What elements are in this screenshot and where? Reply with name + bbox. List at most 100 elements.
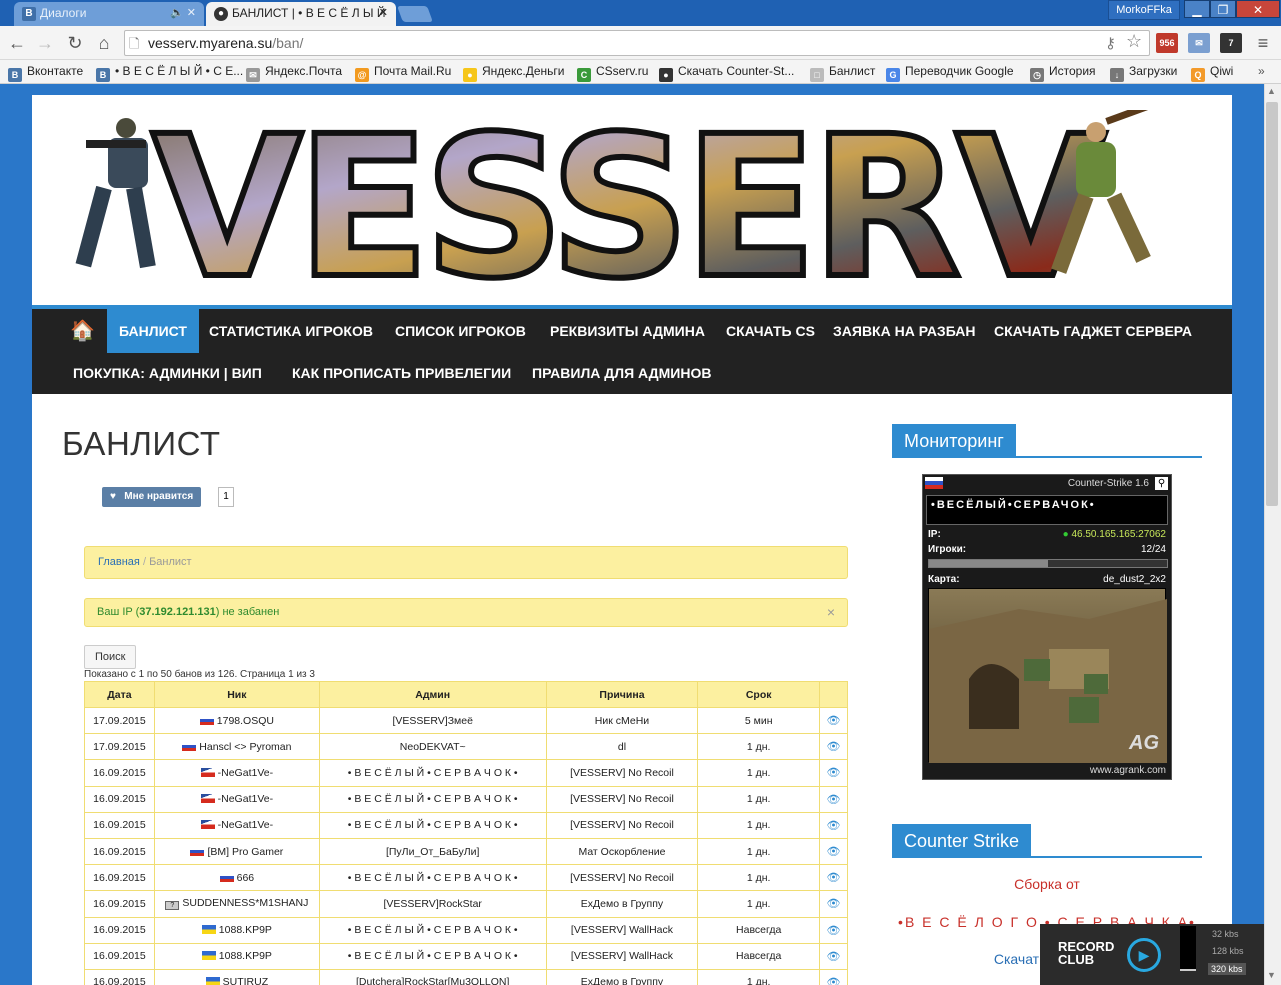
window-close-button[interactable]: ✕ — [1236, 0, 1280, 18]
eye-icon[interactable]: 👁 — [827, 925, 841, 937]
tab-dialogs[interactable]: В Диалоги 🔈 ✕ — [14, 2, 204, 26]
close-icon[interactable]: × — [827, 599, 835, 626]
table-row[interactable]: 16.09.2015 1088.KP9P • В Е С Ё Л Ы Й • С Е… — [84, 916, 848, 944]
col-admin[interactable]: Админ — [318, 681, 547, 708]
minimize-button[interactable]: ▁ — [1184, 0, 1210, 18]
bookmark-item[interactable]: Q Qiwi — [1191, 63, 1233, 82]
menu-item-unban-request[interactable]: ЗАЯВКА НА РАЗБАН — [833, 309, 975, 353]
speaker-close-icon[interactable]: 🔈 ✕ — [170, 2, 196, 24]
bookmark-item[interactable]: В Вконтакте — [8, 63, 83, 82]
eye-icon[interactable]: 👁 — [827, 898, 841, 910]
profile-button[interactable]: MorkoFFka — [1108, 0, 1180, 20]
bookmark-item[interactable]: В • В Е С Ё Л Ы Й • С Е... — [96, 63, 243, 82]
table-row[interactable]: 16.09.2015 1088.KP9P • В Е С Ё Л Ы Й • С Е… — [84, 942, 848, 970]
bookmark-item[interactable]: @ Почта Mail.Ru — [355, 63, 451, 82]
bookmark-item[interactable]: G Переводчик Google — [886, 63, 1014, 82]
col-date[interactable]: Дата — [84, 681, 155, 708]
tab-label: Диалоги — [40, 6, 87, 20]
cell-actions: 👁 — [819, 733, 848, 761]
eye-icon[interactable]: 👁 — [827, 715, 841, 727]
home-icon[interactable]: ⌂ — [93, 32, 115, 54]
menu-item-privileges-howto[interactable]: КАК ПРОПИСАТЬ ПРИВЕЛЕГИИ — [292, 351, 511, 395]
bookmark-item[interactable]: C CSserv.ru — [577, 63, 648, 82]
menu-item-player-list[interactable]: СПИСОК ИГРОКОВ — [395, 309, 526, 353]
bookmark-label: Банлист — [829, 64, 876, 78]
extension-icon[interactable]: 7 — [1220, 33, 1242, 53]
bookmark-item[interactable]: ● Яндекс.Деньги — [463, 63, 564, 82]
eye-icon[interactable]: 👁 — [827, 767, 841, 779]
url-text[interactable]: vesserv.myarena.su/ban/ — [148, 35, 303, 51]
key-icon[interactable]: ⚷ — [1105, 34, 1116, 52]
reload-icon[interactable]: ↻ — [64, 32, 86, 54]
table-row[interactable]: 16.09.2015? SUDDENNESS*M1SHANJ [VESSERV]Ro… — [84, 890, 848, 918]
bookmark-item[interactable]: ● Скачать Counter-St... — [659, 63, 794, 82]
play-button[interactable]: ▶ — [1127, 938, 1161, 972]
cell-date-text: 16.09.2015 — [93, 924, 146, 937]
eye-icon[interactable]: 👁 — [827, 872, 841, 884]
bitrate-option[interactable]: 32 kbs — [1212, 929, 1239, 939]
bitrate-option-selected[interactable]: 320 kbs — [1208, 963, 1246, 975]
bookmark-item[interactable]: □ Банлист — [810, 63, 875, 82]
site-logo[interactable]: VESSERV — [66, 110, 1186, 290]
counter-strike-underline — [892, 856, 1202, 858]
bookmark-item[interactable]: ◷ История — [1030, 63, 1096, 82]
monitor-footer[interactable]: www.agrank.com — [1090, 765, 1166, 776]
scroll-up-icon[interactable]: ▲ — [1267, 86, 1276, 96]
forward-icon[interactable]: → — [34, 32, 56, 54]
bookmark-item[interactable]: ↓ Загрузки — [1110, 63, 1177, 82]
eye-icon[interactable]: 👁 — [827, 846, 841, 858]
col-reason[interactable]: Причина — [545, 681, 699, 708]
star-icon[interactable]: ☆ — [1126, 31, 1142, 52]
scrollbar-thumb[interactable] — [1266, 102, 1278, 506]
table-row[interactable]: 16.09.2015 666 • В Е С Ё Л Ы Й • С Е Р В А… — [84, 864, 848, 892]
scroll-down-icon[interactable]: ▼ — [1267, 970, 1276, 980]
cell-term: 1 дн. — [697, 785, 821, 813]
cell-nick: -NeGat1Ve- — [153, 811, 320, 839]
col-term[interactable]: Срок — [697, 681, 821, 708]
map-preview-image: AG — [928, 588, 1167, 763]
table-row[interactable]: 16.09.2015 [BM] Pro Gamer [ПуЛи_От_БаБуЛи]… — [84, 837, 848, 866]
col-nick[interactable]: Ник — [153, 681, 320, 708]
maximize-button[interactable]: ❐ — [1210, 0, 1236, 18]
table-row[interactable]: 17.09.2015 Hanscl <> Pyroman NeoDEKVAT~ dl 1… — [84, 733, 848, 761]
cell-term-text: 5 мин — [744, 714, 773, 727]
search-button[interactable]: Поиск — [84, 645, 137, 669]
cell-reason: dl — [545, 733, 699, 761]
monitoring-title: Мониторинг — [892, 424, 1016, 458]
table-row[interactable]: 16.09.2015 -NeGat1Ve- • В Е С Ё Л Ы Й • С … — [84, 811, 848, 839]
cell-term-text: 1 дн. — [746, 793, 771, 806]
mail-icon[interactable]: ✉ — [1188, 33, 1210, 53]
eye-icon[interactable]: 👁 — [827, 794, 841, 806]
menu-item-player-stats[interactable]: СТАТИСТИКА ИГРОКОВ — [209, 309, 373, 353]
cell-term-text: 1 дн. — [746, 819, 771, 832]
close-icon[interactable]: ✕ — [379, 2, 388, 24]
table-row[interactable]: 16.09.2015 -NeGat1Ve- • В Е С Ё Л Ы Й • С … — [84, 785, 848, 813]
menu-item-admin-details[interactable]: РЕКВИЗИТЫ АДМИНА — [550, 309, 705, 353]
menu-item-download-cs[interactable]: СКАЧАТЬ CS — [726, 309, 815, 353]
menu-item-download-gadget[interactable]: СКАЧАТЬ ГАДЖЕТ СЕРВЕРА — [994, 309, 1192, 353]
like-count: 1 — [218, 487, 234, 507]
eye-icon[interactable]: 👁 — [827, 741, 841, 753]
eye-icon[interactable]: 👁 — [827, 977, 841, 985]
table-row[interactable]: 17.09.2015 1798.OSQU [VESSERV]Змеё Ник сМеН… — [84, 706, 848, 735]
server-ip[interactable]: ● 46.50.165.165:27062 — [1063, 529, 1166, 540]
eye-icon[interactable]: 👁 — [827, 820, 841, 832]
bookmark-item[interactable]: ✉ Яндекс.Почта — [246, 63, 342, 82]
new-tab-button[interactable] — [397, 6, 433, 22]
tab-banlist[interactable]: ● БАНЛИСТ | • В Е С Ё Л Ы Й ✕ — [206, 2, 396, 26]
mail-extension-icon[interactable]: 956 — [1156, 33, 1178, 53]
eye-icon[interactable]: 👁 — [827, 951, 841, 963]
menu-item-admin-rules[interactable]: ПРАВИЛА ДЛЯ АДМИНОВ — [532, 351, 711, 395]
menu-item-banlist[interactable]: БАНЛИСТ — [107, 309, 199, 353]
volume-slider[interactable] — [1180, 926, 1196, 971]
like-button[interactable]: ♥ Мне нравится — [102, 487, 202, 507]
menu-item-buy-admin-vip[interactable]: ПОКУПКА: АДМИНКИ | ВИП — [73, 351, 262, 395]
breadcrumb-home[interactable]: Главная — [98, 556, 140, 568]
menu-icon[interactable]: ≡ — [1252, 32, 1274, 54]
home-icon[interactable]: 🏠 — [70, 309, 95, 353]
back-icon[interactable]: ← — [6, 32, 28, 54]
table-row[interactable]: 16.09.2015 -NeGat1Ve- • В Е С Ё Л Ы Й • С … — [84, 759, 848, 787]
table-row[interactable]: 16.09.2015 SUTIRUZ [Dutchera]RockStar[Mu3O… — [84, 968, 848, 985]
bookmarks-overflow-icon[interactable]: » — [1258, 63, 1265, 79]
bitrate-option[interactable]: 128 kbs — [1212, 946, 1244, 956]
